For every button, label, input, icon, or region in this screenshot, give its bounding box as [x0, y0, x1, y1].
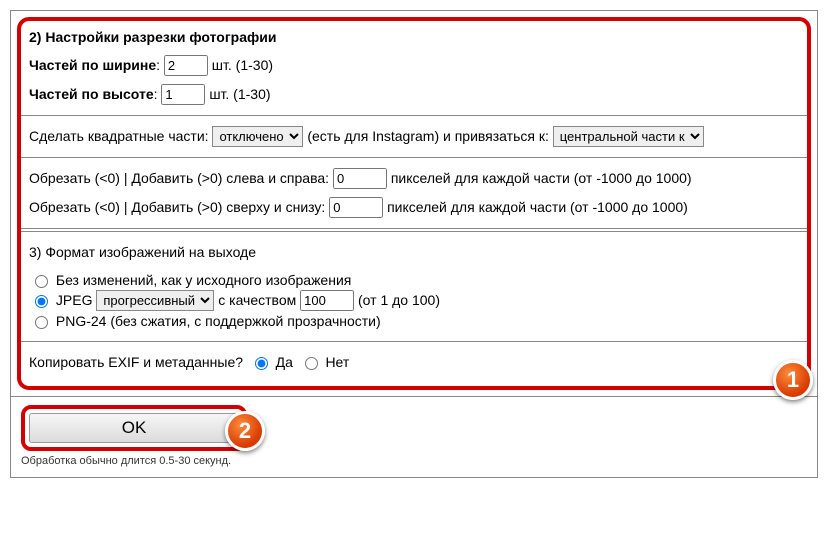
width-hint: шт. (1-30): [212, 57, 273, 73]
ok-button[interactable]: OK: [29, 413, 239, 443]
height-hint: шт. (1-30): [209, 86, 270, 102]
ok-highlight-box: OK 2: [21, 405, 247, 451]
format-options: Без изменений, как у исходного изображен…: [35, 270, 799, 331]
quality-input[interactable]: [300, 290, 354, 311]
crop-v-hint: пикселей для каждой части (от -1000 до 1…: [387, 199, 688, 215]
radio-jpeg[interactable]: [35, 295, 48, 308]
radio-no-change[interactable]: [35, 275, 48, 288]
form-panel: 2) Настройки разрезки фотографии Частей …: [10, 10, 818, 478]
height-row: Частей по высоте: шт. (1-30): [29, 84, 799, 105]
square-row: Сделать квадратные части: отключено (ест…: [29, 126, 799, 147]
radio-no-change-label: Без изменений, как у исходного изображен…: [56, 272, 351, 288]
square-select[interactable]: отключено: [212, 126, 303, 147]
crop-v-label: Обрезать (<0) | Добавить (>0) сверху и с…: [29, 199, 325, 215]
exif-row: Копировать EXIF и метаданные? Да Нет: [29, 352, 799, 372]
divider: [21, 341, 807, 342]
section2-heading: 2) Настройки разрезки фотографии: [29, 29, 799, 45]
height-input[interactable]: [161, 84, 205, 105]
divider: [21, 115, 807, 116]
submit-area: OK 2 Обработка обычно длится 0.5-30 секу…: [11, 396, 817, 477]
quality-hint: (от 1 до 100): [358, 292, 440, 308]
radio-png-label: PNG-24 (без сжатия, с поддержкой прозрач…: [56, 313, 381, 329]
exif-yes-label: Да: [276, 354, 293, 370]
radio-exif-yes[interactable]: [255, 357, 268, 370]
crop-v-row: Обрезать (<0) | Добавить (>0) сверху и с…: [29, 197, 799, 218]
height-label: Частей по высоте: [29, 86, 154, 102]
jpeg-mode-select[interactable]: прогрессивный: [96, 290, 214, 311]
radio-png[interactable]: [35, 316, 48, 329]
width-row: Частей по ширине: шт. (1-30): [29, 55, 799, 76]
processing-hint: Обработка обычно длится 0.5-30 секунд.: [21, 455, 807, 467]
callout-badge-1: 1: [773, 360, 813, 400]
quality-label: с качеством: [218, 292, 296, 308]
crop-h-input[interactable]: [333, 168, 387, 189]
anchor-select[interactable]: центральной части к: [553, 126, 704, 147]
crop-h-hint: пикселей для каждой части (от -1000 до 1…: [391, 170, 692, 186]
width-label: Частей по ширине: [29, 57, 156, 73]
crop-h-label: Обрезать (<0) | Добавить (>0) слева и сп…: [29, 170, 329, 186]
width-input[interactable]: [164, 55, 208, 76]
square-hint: (есть для Instagram) и привязаться к:: [307, 128, 549, 144]
callout-badge-2: 2: [225, 411, 265, 451]
radio-jpeg-prefix: JPEG: [56, 292, 93, 308]
crop-h-row: Обрезать (<0) | Добавить (>0) слева и сп…: [29, 168, 799, 189]
divider-double: [21, 228, 807, 232]
highlighted-settings-box: 2) Настройки разрезки фотографии Частей …: [17, 17, 811, 390]
radio-exif-no[interactable]: [305, 357, 318, 370]
exif-no-label: Нет: [325, 354, 349, 370]
divider: [21, 157, 807, 158]
section3-heading: 3) Формат изображений на выходе: [29, 242, 799, 262]
square-label: Сделать квадратные части:: [29, 128, 209, 144]
exif-label: Копировать EXIF и метаданные?: [29, 354, 243, 370]
crop-v-input[interactable]: [329, 197, 383, 218]
